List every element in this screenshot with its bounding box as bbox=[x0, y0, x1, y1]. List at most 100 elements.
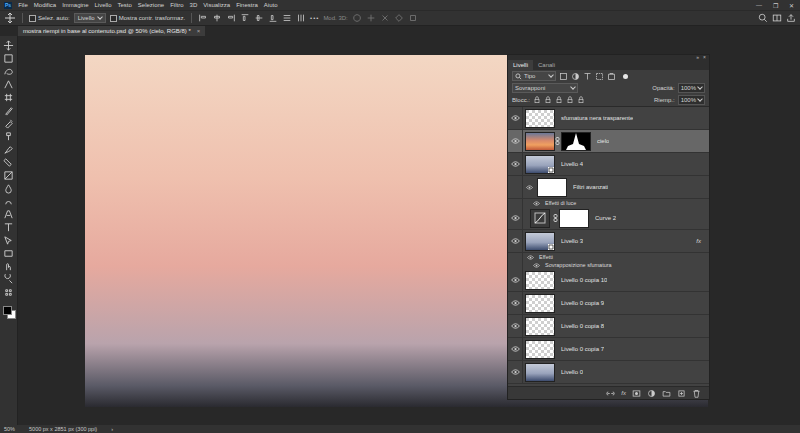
3d-tool-icon[interactable] bbox=[394, 13, 404, 23]
tool-icon[interactable] bbox=[3, 131, 14, 142]
panel-tab[interactable]: Canali bbox=[533, 60, 560, 70]
tool-icon[interactable] bbox=[3, 92, 14, 103]
tool-icon[interactable] bbox=[3, 66, 14, 77]
layer-thumbnail[interactable] bbox=[525, 294, 555, 313]
filter-dropdown[interactable]: Tipo bbox=[512, 71, 556, 81]
layer-thumbnail[interactable] bbox=[525, 317, 555, 336]
document-tab[interactable]: mostra riempi in base al contenuto.psd @… bbox=[18, 26, 205, 36]
visibility-toggle[interactable] bbox=[508, 338, 523, 360]
eye-icon[interactable] bbox=[511, 238, 520, 244]
eye-icon[interactable] bbox=[511, 215, 520, 221]
share-icon[interactable] bbox=[786, 13, 796, 23]
3d-tool-icon[interactable] bbox=[380, 13, 390, 23]
effect-row[interactable]: Effetti bbox=[508, 253, 709, 261]
layer-mask[interactable] bbox=[559, 209, 589, 228]
folder-icon[interactable] bbox=[662, 389, 671, 398]
window-control[interactable]: ❐ bbox=[770, 2, 780, 9]
layer-row[interactable]: Livello 0 bbox=[508, 361, 709, 384]
visibility-toggle[interactable] bbox=[508, 153, 523, 175]
show-transform-checkbox[interactable]: Mostra contr. trasformaz. bbox=[110, 15, 185, 22]
fill-field[interactable]: 100% bbox=[678, 95, 705, 105]
align-icon[interactable] bbox=[296, 13, 306, 23]
lock-icon[interactable] bbox=[533, 96, 541, 104]
tool-icon[interactable] bbox=[3, 196, 14, 207]
layer-thumbnail[interactable] bbox=[525, 271, 555, 290]
visibility-toggle[interactable] bbox=[523, 255, 537, 260]
eye-icon[interactable] bbox=[511, 369, 520, 375]
tool-icon[interactable] bbox=[3, 157, 14, 168]
shape-filter-icon[interactable] bbox=[595, 72, 604, 81]
visibility-toggle[interactable] bbox=[523, 185, 535, 190]
auto-select-checkbox[interactable]: Selez. auto: bbox=[29, 15, 70, 22]
tool-icon[interactable] bbox=[3, 248, 14, 259]
align-icon[interactable] bbox=[212, 13, 222, 23]
layer-row[interactable]: Livello 4 bbox=[508, 153, 709, 176]
tool-icon[interactable] bbox=[3, 235, 14, 246]
menu-item[interactable]: Testo bbox=[118, 2, 132, 8]
layer-row[interactable]: cielo bbox=[508, 130, 709, 153]
visibility-toggle[interactable] bbox=[529, 201, 543, 206]
menu-item[interactable]: Livello bbox=[94, 2, 111, 8]
tool-icon[interactable] bbox=[3, 53, 14, 64]
type-filter-icon[interactable] bbox=[583, 72, 592, 81]
status-arrow[interactable]: › bbox=[111, 426, 113, 432]
new-layer-icon[interactable] bbox=[677, 389, 686, 398]
eye-icon[interactable] bbox=[511, 323, 520, 329]
visibility-toggle[interactable] bbox=[508, 230, 523, 252]
menu-item[interactable]: Visualizza bbox=[203, 2, 230, 8]
eye-icon[interactable] bbox=[533, 201, 540, 206]
adjustment-layer-icon[interactable] bbox=[647, 389, 656, 398]
window-control[interactable]: — bbox=[754, 2, 764, 8]
adjustment-filter-icon[interactable] bbox=[571, 72, 580, 81]
layer-row[interactable]: Livello 0 copia 9 bbox=[508, 292, 709, 315]
pixel-filter-icon[interactable] bbox=[559, 72, 568, 81]
tool-icon[interactable] bbox=[3, 209, 14, 220]
tool-icon[interactable] bbox=[3, 40, 14, 51]
menu-item[interactable]: File bbox=[18, 2, 28, 8]
align-icon[interactable] bbox=[282, 13, 292, 23]
panel-tab[interactable]: Livelli bbox=[508, 60, 533, 70]
layer-thumbnail[interactable] bbox=[525, 232, 555, 251]
eye-icon[interactable] bbox=[511, 346, 520, 352]
layer-thumbnail[interactable] bbox=[525, 363, 555, 382]
tool-icon[interactable] bbox=[3, 183, 14, 194]
target-dropdown[interactable]: Livello bbox=[74, 13, 106, 23]
layer-effects-badge[interactable]: fx bbox=[696, 238, 701, 244]
add-mask-icon[interactable] bbox=[632, 389, 641, 398]
add-style-button[interactable]: fx bbox=[621, 390, 626, 396]
opacity-field[interactable]: 100% bbox=[678, 83, 705, 93]
visibility-toggle[interactable] bbox=[508, 207, 523, 229]
menu-item[interactable]: 3D bbox=[190, 2, 198, 8]
search-icon[interactable] bbox=[758, 13, 768, 23]
tool-icon[interactable] bbox=[3, 105, 14, 116]
zoom-level[interactable]: 50% bbox=[4, 426, 15, 432]
close-tab-button[interactable]: × bbox=[197, 28, 201, 34]
eye-icon[interactable] bbox=[527, 255, 534, 260]
layer-row[interactable]: Livello 0 copia 10 bbox=[508, 269, 709, 292]
3d-tool-icon[interactable] bbox=[366, 13, 376, 23]
layer-row[interactable]: Curve 2 bbox=[508, 207, 709, 230]
tool-icon[interactable] bbox=[3, 144, 14, 155]
layer-thumbnail[interactable] bbox=[525, 155, 555, 174]
menu-item[interactable]: Finestra bbox=[236, 2, 258, 8]
menu-item[interactable]: Modifica bbox=[34, 2, 56, 8]
move-tool-icon[interactable] bbox=[4, 12, 16, 24]
smart-filter-icon[interactable] bbox=[607, 72, 616, 81]
window-control[interactable]: ✕ bbox=[786, 2, 796, 9]
chain-link-icon[interactable] bbox=[553, 214, 558, 222]
eye-icon[interactable] bbox=[533, 263, 540, 268]
visibility-toggle[interactable] bbox=[508, 107, 523, 129]
menu-item[interactable]: Immagine bbox=[62, 2, 88, 8]
layer-row[interactable]: Livello 0 copia 7 bbox=[508, 338, 709, 361]
align-icon[interactable] bbox=[226, 13, 236, 23]
lock-icon[interactable] bbox=[544, 96, 552, 104]
menu-item[interactable]: Aiuto bbox=[264, 2, 278, 8]
foreground-color[interactable] bbox=[3, 306, 12, 315]
layer-row[interactable]: Livello 0 copia 8 bbox=[508, 315, 709, 338]
layer-thumbnail[interactable] bbox=[525, 340, 555, 359]
effect-row[interactable]: Sovrapposizione sfumatura bbox=[508, 261, 709, 269]
tool-icon[interactable] bbox=[3, 79, 14, 90]
checkbox-box[interactable] bbox=[110, 15, 117, 22]
align-icon[interactable] bbox=[268, 13, 278, 23]
visibility-toggle[interactable] bbox=[508, 315, 523, 337]
